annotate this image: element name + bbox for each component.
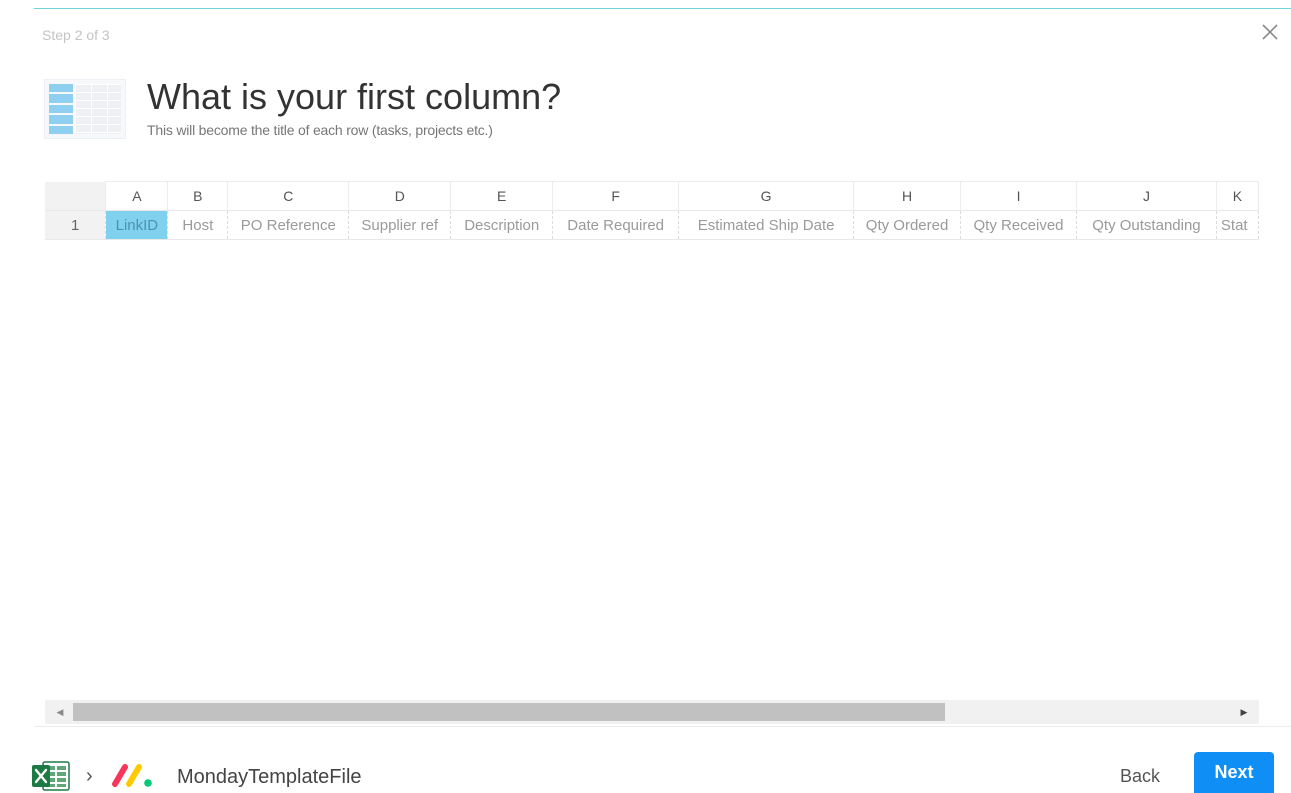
cell-b1[interactable]: Host [167, 210, 229, 240]
column-header-e[interactable]: E [450, 181, 554, 211]
cell-a1-selected[interactable]: LinkID [105, 210, 169, 240]
column-header-i[interactable]: I [960, 181, 1077, 211]
close-button[interactable] [1258, 20, 1282, 44]
cell-g1[interactable]: Estimated Ship Date [678, 210, 855, 240]
cell-i1[interactable]: Qty Received [960, 210, 1077, 240]
cell-j1[interactable]: Qty Outstanding [1076, 210, 1217, 240]
chevron-right-icon: › [86, 765, 93, 787]
cell-d1[interactable]: Supplier ref [348, 210, 452, 240]
horizontal-scrollbar[interactable]: ◀ ▶ [45, 700, 1259, 724]
column-header-j[interactable]: J [1076, 181, 1217, 211]
column-header-k[interactable]: K [1216, 181, 1259, 211]
step-indicator: Step 2 of 3 [42, 27, 110, 43]
column-header-f[interactable]: F [552, 181, 680, 211]
cell-c1[interactable]: PO Reference [227, 210, 350, 240]
excel-icon [32, 761, 70, 791]
row-number: 1 [45, 210, 107, 240]
next-button[interactable]: Next [1194, 752, 1274, 793]
close-icon [1262, 24, 1278, 40]
back-button[interactable]: Back [1120, 766, 1160, 787]
column-header-d[interactable]: D [348, 181, 452, 211]
column-header-b[interactable]: B [167, 181, 229, 211]
column-header-a[interactable]: A [105, 181, 169, 211]
cell-e1[interactable]: Description [450, 210, 554, 240]
table-row: 1 LinkID Host PO Reference Supplier ref … [45, 210, 1259, 240]
page-subtitle: This will become the title of each row (… [147, 122, 493, 138]
first-column-illustration-icon [44, 79, 126, 139]
board-name: MondayTemplateFile [177, 766, 362, 788]
top-divider [34, 8, 1291, 9]
column-header-g[interactable]: G [678, 181, 855, 211]
column-header-c[interactable]: C [227, 181, 350, 211]
spreadsheet-preview: A B C D E F G H I J K 1 LinkID Host PO R… [45, 181, 1259, 241]
column-letter-row: A B C D E F G H I J K [45, 181, 1259, 211]
wizard-footer: › MondayTemplateFile Back Next [0, 727, 1291, 793]
scrollbar-thumb[interactable] [73, 703, 945, 721]
monday-logo-icon [112, 764, 152, 787]
sheet-corner [45, 181, 107, 211]
cell-f1[interactable]: Date Required [552, 210, 680, 240]
page-title: What is your first column? [147, 76, 562, 117]
cell-h1[interactable]: Qty Ordered [853, 210, 962, 240]
column-header-h[interactable]: H [853, 181, 962, 211]
scroll-right-icon[interactable]: ▶ [1233, 700, 1255, 724]
cell-k1[interactable]: Stat [1216, 210, 1259, 240]
scroll-left-icon[interactable]: ◀ [49, 700, 71, 724]
